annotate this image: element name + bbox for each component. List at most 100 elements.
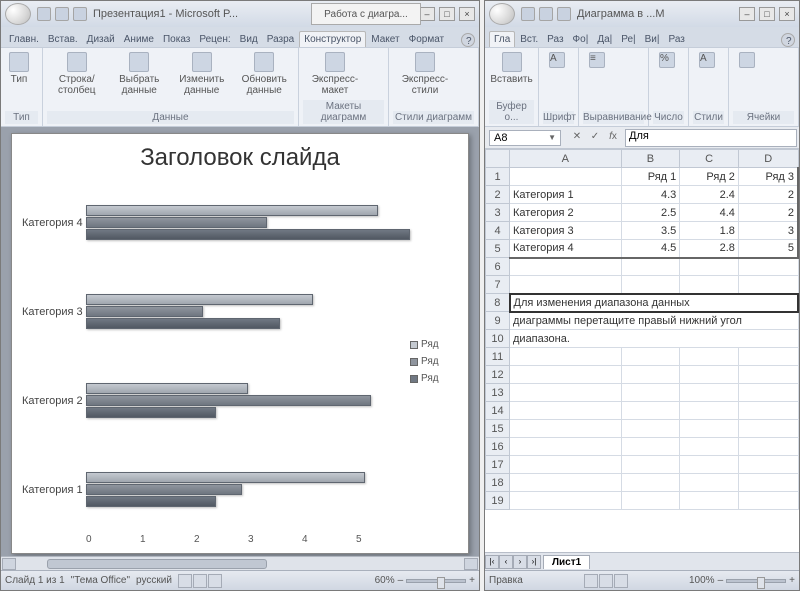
cell[interactable]: 3.5 bbox=[621, 222, 680, 240]
cell[interactable] bbox=[510, 438, 622, 456]
cell[interactable] bbox=[738, 276, 798, 294]
cell[interactable] bbox=[510, 492, 622, 510]
switch-row-column-button[interactable]: Строка/столбец bbox=[47, 50, 107, 98]
col-header[interactable]: D bbox=[738, 150, 798, 168]
zoom-level[interactable]: 100% bbox=[689, 575, 715, 586]
cell[interactable]: 4.3 bbox=[621, 186, 680, 204]
cell[interactable]: Ряд 3 bbox=[738, 168, 798, 186]
cell[interactable]: 2 bbox=[738, 186, 798, 204]
cell[interactable] bbox=[510, 384, 622, 402]
close-icon[interactable]: × bbox=[459, 7, 475, 21]
sorter-view-icon[interactable] bbox=[193, 574, 207, 588]
cell[interactable] bbox=[680, 438, 739, 456]
row-header[interactable]: 11 bbox=[486, 348, 510, 366]
tab-home[interactable]: Главн. bbox=[5, 32, 43, 47]
cell[interactable] bbox=[738, 348, 798, 366]
bar-series-2[interactable] bbox=[86, 306, 203, 317]
bar-series-1[interactable] bbox=[86, 383, 248, 394]
row-header[interactable]: 1 bbox=[486, 168, 510, 186]
maximize-icon[interactable]: □ bbox=[439, 7, 455, 21]
zoom-out-icon[interactable]: – bbox=[398, 575, 404, 586]
cell[interactable] bbox=[680, 456, 739, 474]
cell[interactable] bbox=[738, 474, 798, 492]
bar-series-1[interactable] bbox=[86, 205, 378, 216]
font-group-button[interactable]: A bbox=[543, 50, 571, 70]
cell[interactable] bbox=[621, 384, 680, 402]
tab-chart-layout[interactable]: Макет bbox=[367, 32, 403, 47]
cell[interactable]: Для изменения диапазона данных bbox=[510, 294, 799, 312]
quick-layout-button[interactable]: Экспресс-макет bbox=[303, 50, 367, 98]
tab-animation[interactable]: Аниме bbox=[120, 32, 158, 47]
bar-series-3[interactable] bbox=[86, 318, 280, 329]
row-header[interactable]: 15 bbox=[486, 420, 510, 438]
row-header[interactable]: 10 bbox=[486, 330, 510, 348]
row-header[interactable]: 13 bbox=[486, 384, 510, 402]
bar-series-1[interactable] bbox=[86, 294, 313, 305]
redo-icon[interactable] bbox=[557, 7, 571, 21]
fx-icon[interactable]: fx bbox=[605, 130, 621, 146]
cell[interactable] bbox=[510, 168, 622, 186]
cell[interactable] bbox=[680, 474, 739, 492]
cell[interactable] bbox=[621, 438, 680, 456]
zoom-in-icon[interactable]: + bbox=[469, 575, 475, 586]
row-header[interactable]: 3 bbox=[486, 204, 510, 222]
minimize-icon[interactable]: – bbox=[419, 7, 435, 21]
help-icon[interactable]: ? bbox=[461, 33, 475, 47]
cell[interactable] bbox=[621, 276, 680, 294]
cell[interactable]: Категория 4 bbox=[510, 240, 622, 258]
col-header[interactable]: A bbox=[510, 150, 622, 168]
cell[interactable]: диаграммы перетащите правый нижний угол bbox=[510, 312, 799, 330]
cell[interactable] bbox=[621, 402, 680, 420]
row-header[interactable]: 19 bbox=[486, 492, 510, 510]
quick-access-toolbar[interactable] bbox=[37, 7, 87, 21]
slide-canvas[interactable]: Заголовок слайда Категория 4Категория 3К… bbox=[11, 133, 469, 554]
paste-button[interactable]: Вставить bbox=[489, 50, 534, 87]
undo-icon[interactable] bbox=[539, 7, 553, 21]
worksheet-grid[interactable]: ABCD1Ряд 1Ряд 2Ряд 32Категория 14.32.423… bbox=[485, 149, 799, 552]
cell[interactable]: 1.8 bbox=[680, 222, 739, 240]
cell[interactable] bbox=[621, 456, 680, 474]
page-layout-view-icon[interactable] bbox=[599, 574, 613, 588]
row-header[interactable]: 2 bbox=[486, 186, 510, 204]
cell[interactable]: 4.5 bbox=[621, 240, 680, 258]
formula-bar[interactable]: Для bbox=[625, 129, 797, 147]
tab-insert[interactable]: Встав. bbox=[44, 32, 82, 47]
prev-sheet-icon[interactable]: ‹ bbox=[499, 555, 513, 569]
redo-icon[interactable] bbox=[73, 7, 87, 21]
cell[interactable]: 2.4 bbox=[680, 186, 739, 204]
tab-data[interactable]: Да| bbox=[593, 32, 616, 47]
tab-view[interactable]: Ви| bbox=[641, 32, 664, 47]
tab-chart-design[interactable]: Конструктор bbox=[299, 31, 366, 47]
cell[interactable] bbox=[510, 402, 622, 420]
row-header[interactable]: 9 bbox=[486, 312, 510, 330]
cell[interactable] bbox=[738, 402, 798, 420]
bar-series-3[interactable] bbox=[86, 496, 216, 507]
cell[interactable]: Ряд 2 bbox=[680, 168, 739, 186]
quick-styles-button[interactable]: Экспресс-стили bbox=[393, 50, 457, 98]
cell[interactable]: 2.5 bbox=[621, 204, 680, 222]
cell[interactable] bbox=[738, 258, 798, 276]
cell[interactable] bbox=[738, 456, 798, 474]
page-break-view-icon[interactable] bbox=[614, 574, 628, 588]
save-icon[interactable] bbox=[37, 7, 51, 21]
name-box[interactable]: A8 ▼ bbox=[489, 130, 561, 146]
scroll-right-icon[interactable] bbox=[464, 558, 478, 570]
cell[interactable] bbox=[621, 474, 680, 492]
row-header[interactable]: 12 bbox=[486, 366, 510, 384]
cell[interactable] bbox=[738, 438, 798, 456]
tab-review[interactable]: Рецен: bbox=[195, 32, 234, 47]
help-icon[interactable]: ? bbox=[781, 33, 795, 47]
zoom-out-icon[interactable]: – bbox=[718, 575, 724, 586]
cell[interactable]: Категория 1 bbox=[510, 186, 622, 204]
normal-view-icon[interactable] bbox=[584, 574, 598, 588]
alignment-group-button[interactable]: ≡ bbox=[583, 50, 611, 70]
cell[interactable] bbox=[510, 456, 622, 474]
chevron-down-icon[interactable]: ▼ bbox=[548, 133, 556, 142]
cell[interactable] bbox=[680, 276, 739, 294]
cell[interactable]: 3 bbox=[738, 222, 798, 240]
cell[interactable] bbox=[680, 420, 739, 438]
refresh-data-button[interactable]: Обновить данные bbox=[235, 50, 295, 98]
cell[interactable] bbox=[621, 366, 680, 384]
tab-developer[interactable]: Раз bbox=[665, 32, 689, 47]
row-header[interactable]: 8 bbox=[486, 294, 510, 312]
